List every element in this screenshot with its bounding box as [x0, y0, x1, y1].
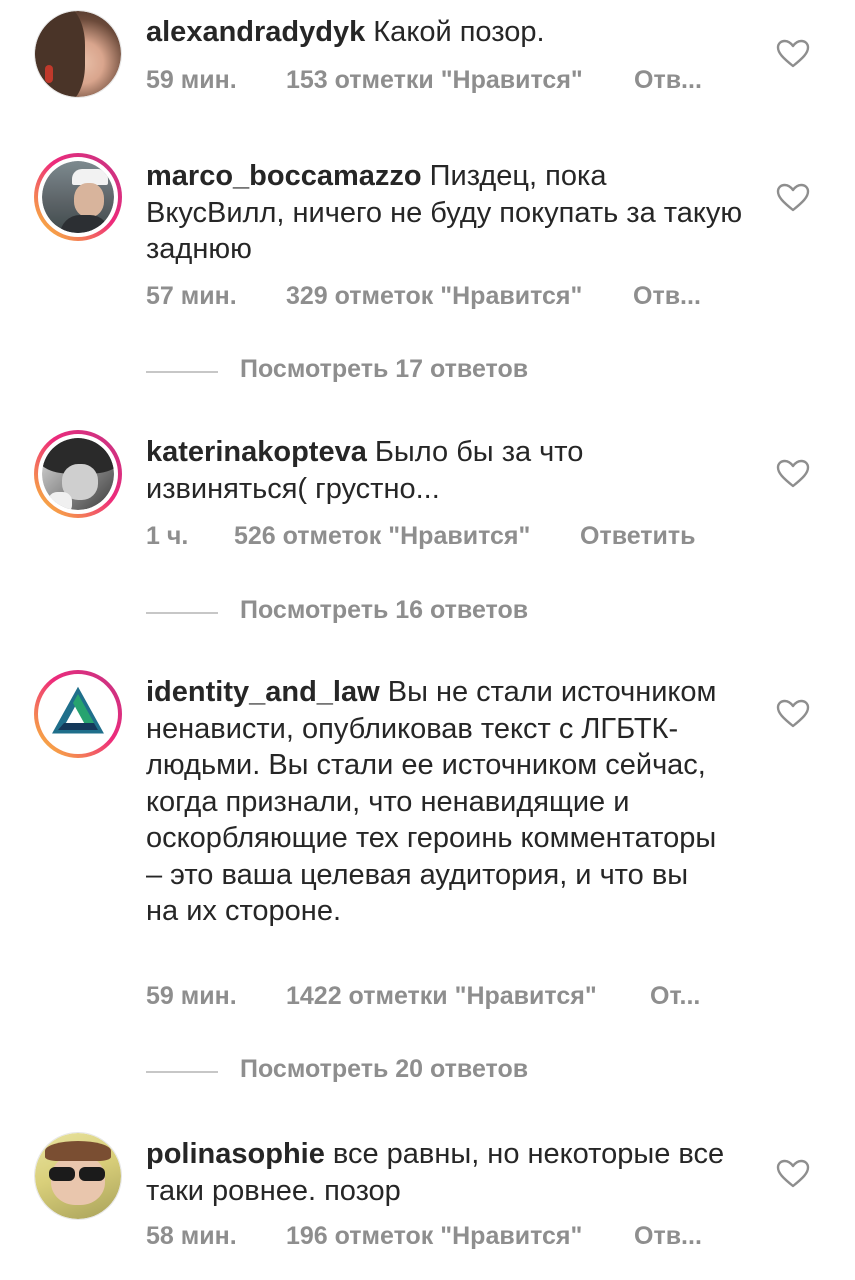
- heart-outline-icon[interactable]: [776, 459, 810, 489]
- triangle-logo-icon: [52, 686, 104, 734]
- comment-time: 59 мин.: [146, 982, 237, 1010]
- heart-outline-icon[interactable]: [776, 183, 810, 213]
- view-replies-label: Посмотреть 16 ответов: [240, 596, 529, 624]
- divider: [146, 612, 218, 614]
- reply-button[interactable]: Отв...: [634, 1222, 702, 1251]
- divider: [146, 371, 218, 373]
- comment-time: 58 мин.: [146, 1222, 237, 1250]
- avatar[interactable]: [34, 153, 122, 241]
- comment-time: 59 мин.: [146, 66, 237, 94]
- comment-username[interactable]: alexandradydyk: [146, 16, 365, 48]
- comment-likes-count[interactable]: 1422 отметки "Нравится": [286, 982, 597, 1011]
- comment-username[interactable]: katerinakopteva: [146, 436, 367, 468]
- view-replies-button[interactable]: Посмотреть 20 ответов: [146, 1053, 646, 1093]
- avatar[interactable]: [34, 670, 122, 758]
- comment-meta: 59 мин. 153 отметки "Нравится" Отв...: [146, 66, 706, 106]
- reply-button[interactable]: Отв...: [634, 66, 702, 95]
- divider: [146, 1071, 218, 1073]
- comment-likes-count[interactable]: 329 отметок "Нравится": [286, 282, 582, 311]
- view-replies-label: Посмотреть 20 ответов: [240, 1055, 529, 1083]
- heart-outline-icon[interactable]: [776, 699, 810, 729]
- comment-meta: 58 мин. 196 отметок "Нравится" Отв...: [146, 1222, 726, 1262]
- comment-likes-count[interactable]: 196 отметок "Нравится": [286, 1222, 582, 1251]
- avatar[interactable]: [34, 1132, 122, 1220]
- comment-text: Какой позор.: [365, 16, 545, 48]
- heart-outline-icon[interactable]: [776, 39, 810, 69]
- view-replies-button[interactable]: Посмотреть 16 ответов: [146, 594, 646, 634]
- view-replies-button[interactable]: Посмотреть 17 ответов: [146, 353, 646, 393]
- comment-meta: 1 ч. 526 отметок "Нравится" Ответить: [146, 522, 726, 562]
- comment-username[interactable]: marco_boccamazzo: [146, 160, 422, 192]
- reply-button[interactable]: Отв...: [633, 282, 701, 311]
- avatar[interactable]: [34, 430, 122, 518]
- avatar[interactable]: [34, 10, 122, 98]
- reply-button[interactable]: Ответить: [580, 522, 696, 551]
- comment-meta: 59 мин. 1422 отметки "Нравится" От...: [146, 982, 726, 1022]
- comment-text: Вы не стали источником ненависти, опубли…: [146, 676, 717, 927]
- comment-likes-count[interactable]: 153 отметки "Нравится": [286, 66, 583, 95]
- heart-outline-icon[interactable]: [776, 1159, 810, 1189]
- comment-username[interactable]: identity_and_law: [146, 676, 380, 708]
- reply-button[interactable]: От...: [650, 982, 700, 1011]
- comment-meta: 57 мин. 329 отметок "Нравится" Отв...: [146, 282, 706, 322]
- view-replies-label: Посмотреть 17 ответов: [240, 355, 529, 383]
- comment-time: 57 мин.: [146, 282, 237, 310]
- comment-time: 1 ч.: [146, 522, 189, 550]
- comment-likes-count[interactable]: 526 отметок "Нравится": [234, 522, 530, 551]
- comment-username[interactable]: polinasophie: [146, 1138, 325, 1170]
